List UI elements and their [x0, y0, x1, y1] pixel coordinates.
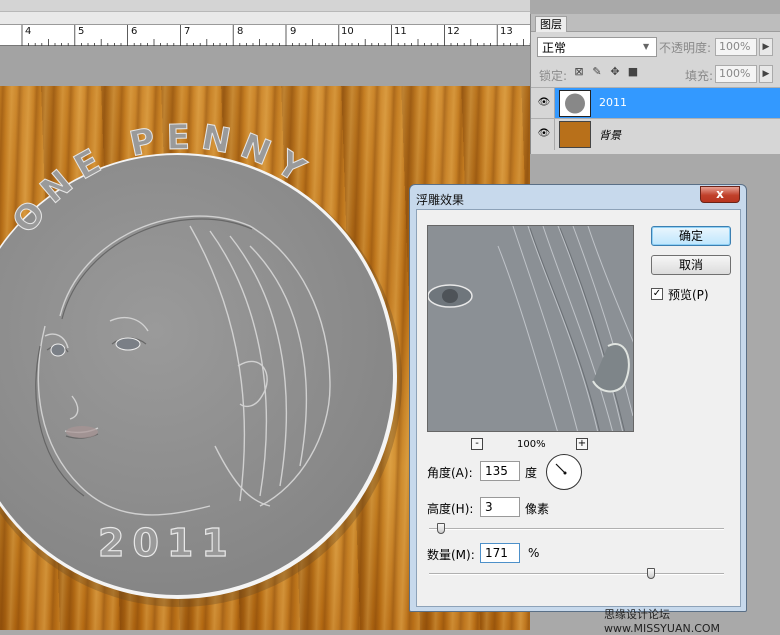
- eye-icon[interactable]: 👁: [537, 128, 551, 140]
- blend-mode-select[interactable]: 正常: [537, 37, 657, 57]
- height-slider-track[interactable]: [429, 528, 724, 530]
- watermark: 思缘设计论坛 www.MISSYUAN.COM: [604, 608, 721, 635]
- layers-tabbar: [531, 14, 780, 32]
- ruler-label: 6: [131, 26, 138, 37]
- zoom-level: 100%: [517, 439, 546, 450]
- angle-dial[interactable]: [546, 454, 582, 490]
- zoom-out-button[interactable]: -: [471, 438, 483, 450]
- ruler-label: 9: [290, 26, 297, 37]
- amount-field[interactable]: 171: [480, 543, 520, 563]
- layer-row-background[interactable]: 👁 背景: [531, 118, 780, 150]
- canvas-pasteboard: [0, 46, 530, 86]
- height-label: 高度(H):: [427, 502, 474, 516]
- tab-layers[interactable]: 图层: [535, 16, 567, 32]
- eye-left: [50, 343, 66, 357]
- opacity-arrow-icon[interactable]: ▶: [759, 38, 773, 56]
- coin-year: 2011: [98, 521, 236, 565]
- layers-panel: 图层 正常 ▼ 不透明度: 100% ▶ 锁定: ⊠ ✎ ✥ ■ 填充: 100…: [530, 14, 780, 154]
- angle-field[interactable]: 135: [480, 461, 520, 481]
- angle-label: 角度(A):: [427, 466, 473, 480]
- fill-arrow-icon[interactable]: ▶: [759, 65, 773, 83]
- lock-transparent-icon[interactable]: ⊠: [573, 66, 585, 78]
- height-field[interactable]: 3: [480, 497, 520, 517]
- lock-label: 锁定:: [539, 69, 568, 83]
- filter-preview[interactable]: [427, 225, 634, 432]
- ruler-top-strip: [0, 0, 530, 12]
- preview-image: [428, 226, 633, 431]
- height-slider-thumb[interactable]: [437, 523, 445, 534]
- opacity-label: 不透明度:: [659, 41, 712, 55]
- amount-label: 数量(M):: [427, 548, 475, 562]
- fill-label: 填充:: [685, 69, 714, 83]
- ruler-label: 11: [394, 26, 407, 37]
- height-unit: 像素: [525, 502, 550, 516]
- layer-thumbnail: [559, 121, 591, 148]
- lock-all-icon[interactable]: ■: [627, 66, 639, 78]
- angle-dial-needle: [555, 463, 567, 475]
- chevron-down-icon[interactable]: ▼: [643, 42, 649, 51]
- ruler-scale: 4 5 6 7 8 9 10 11 12 13: [0, 24, 530, 47]
- amount-slider-thumb[interactable]: [647, 568, 655, 579]
- fill-field[interactable]: 100%: [715, 65, 757, 83]
- ruler-label: 5: [78, 26, 85, 37]
- opacity-field[interactable]: 100%: [715, 38, 757, 56]
- ruler-label: 4: [25, 26, 32, 37]
- lock-brush-icon[interactable]: ✎: [591, 66, 603, 78]
- emboss-dialog: 浮雕效果 x - 100% + 确定 取消 ✓ 预览(P) 角度(A): 135…: [409, 184, 747, 612]
- layer-name: 背景: [599, 129, 621, 142]
- amount-unit: %: [528, 546, 540, 560]
- angle-unit: 度: [525, 466, 538, 480]
- ruler-label: 7: [184, 26, 191, 37]
- dialog-body: - 100% + 确定 取消 ✓ 预览(P) 角度(A): 135 度 高度(H…: [416, 209, 741, 607]
- preview-checkbox[interactable]: ✓: [651, 288, 663, 300]
- cancel-button[interactable]: 取消: [651, 255, 731, 275]
- layer-thumbnail: [559, 90, 591, 117]
- ruler-label: 13: [500, 26, 513, 37]
- eye-icon[interactable]: 👁: [537, 97, 551, 109]
- close-button[interactable]: x: [700, 186, 740, 203]
- horizontal-ruler: 4 5 6 7 8 9 10 11 12 13: [0, 0, 530, 47]
- lock-move-icon[interactable]: ✥: [609, 66, 621, 78]
- layer-name: 2011: [599, 96, 627, 109]
- eye-right: [115, 337, 141, 351]
- lips: [66, 426, 98, 438]
- zoom-in-button[interactable]: +: [576, 438, 588, 450]
- amount-slider-track[interactable]: [429, 573, 724, 575]
- layer-row-2011[interactable]: 👁 2011: [531, 87, 780, 119]
- preview-label: 预览(P): [668, 288, 709, 302]
- ruler-label: 8: [237, 26, 244, 37]
- ruler-label: 12: [447, 26, 460, 37]
- dialog-title: 浮雕效果: [416, 193, 465, 207]
- ok-button[interactable]: 确定: [651, 226, 731, 246]
- ruler-label: 10: [341, 26, 354, 37]
